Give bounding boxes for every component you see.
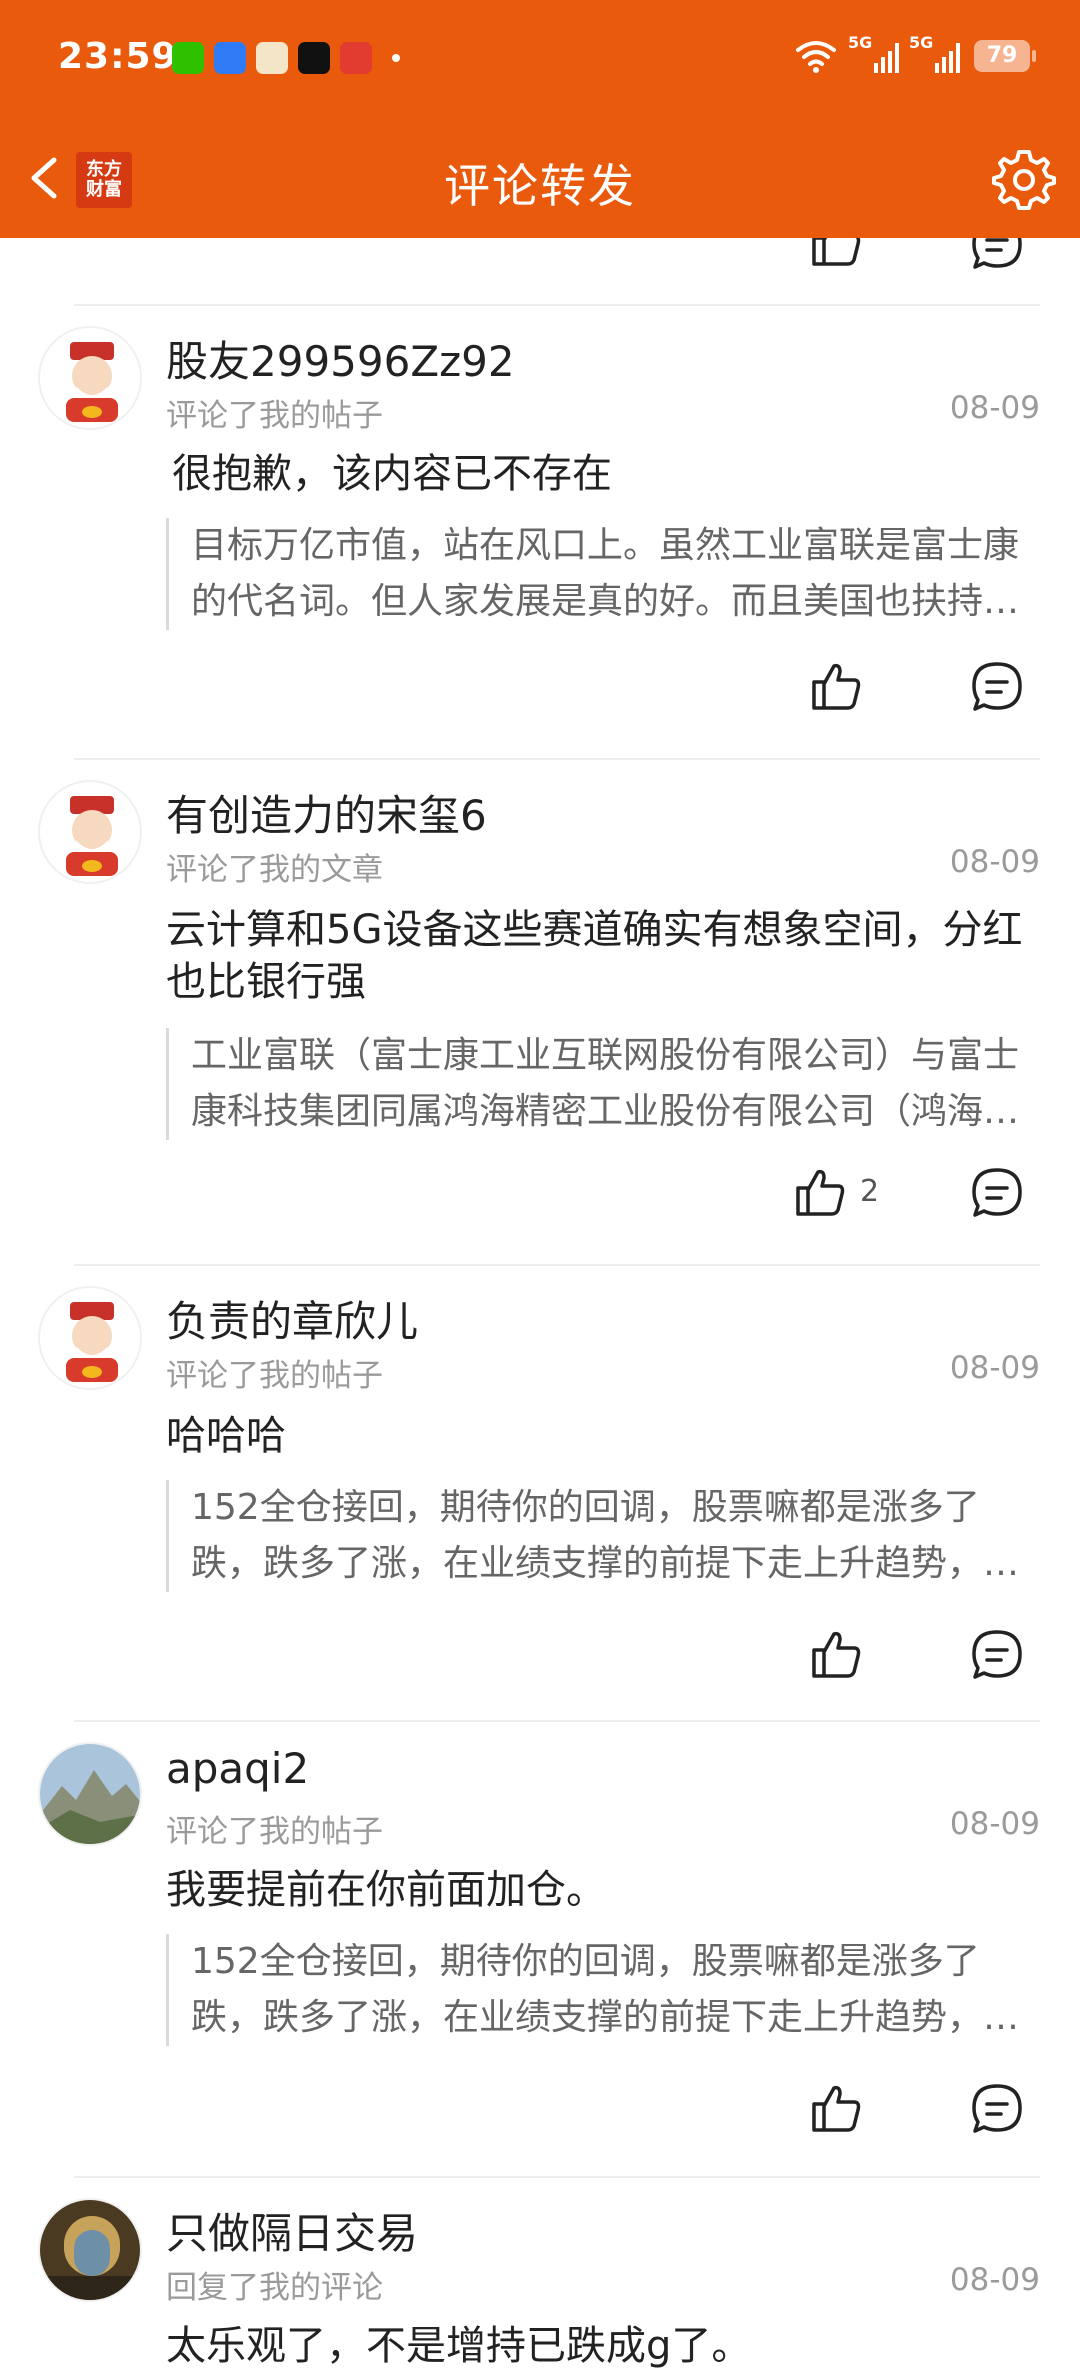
- interior-avatar-icon: [40, 2200, 140, 2300]
- nav-bar: 东方 财富 评论转发: [0, 128, 1080, 232]
- page-title: 评论转发: [444, 159, 636, 213]
- mountain-avatar-icon: [40, 1744, 140, 1844]
- comment-text: 我要提前在你前面加仓。: [166, 1867, 606, 1913]
- comment-action: 评论了我的帖子: [166, 1358, 383, 1394]
- divider: [74, 1264, 1040, 1266]
- comment-icon[interactable]: [970, 1166, 1024, 1220]
- comment-icon[interactable]: [970, 660, 1024, 714]
- comment-item[interactable]: 只做隔日交易 回复了我的评论 08-09 太乐观了，不是增持已跌成g了。: [0, 2198, 1080, 2376]
- thumbs-up-icon[interactable]: [808, 2080, 864, 2136]
- comment-icon[interactable]: [970, 238, 1024, 272]
- avatar[interactable]: [38, 1742, 142, 1846]
- avatar[interactable]: [38, 2198, 142, 2302]
- comment-item[interactable]: 负责的章欣儿 评论了我的帖子 08-09 哈哈哈 152全仓接回，期待你的回调，…: [0, 1286, 1080, 1686]
- comment-item[interactable]: 有创造力的宋玺6 评论了我的文章 08-09 云计算和5G设备这些赛道确实有想象…: [0, 780, 1080, 1240]
- thumbs-up-icon[interactable]: [808, 658, 864, 714]
- thumbs-up-icon[interactable]: [792, 1164, 848, 1220]
- comment-action: 评论了我的帖子: [166, 398, 383, 434]
- divider: [74, 1720, 1040, 1722]
- comment-date: 08-09: [949, 1806, 1040, 1842]
- comment-action: 评论了我的文章: [166, 852, 383, 888]
- comment-item[interactable]: 股友299596Zz92 评论了我的帖子 08-09 很抱歉，该内容已不存在 目…: [0, 326, 1080, 726]
- divider: [74, 758, 1040, 760]
- network-2-label: 5G: [909, 33, 934, 52]
- notification-dot-icon: [392, 54, 400, 62]
- comment-action: 回复了我的评论: [166, 2270, 383, 2306]
- comment-item[interactable]: apaqi2 评论了我的帖子 08-09 我要提前在你前面加仓。 152全仓接回…: [0, 1742, 1080, 2142]
- comment-date: 08-09: [949, 390, 1040, 426]
- quoted-post[interactable]: 目标万亿市值，站在风口上。虽然工业富联是富士康的代名词。但人家发展是真的好。而且…: [166, 518, 1046, 630]
- username[interactable]: 股友299596Zz92: [166, 328, 515, 389]
- stock-icon: [340, 42, 372, 74]
- username[interactable]: apaqi2: [166, 1744, 309, 1793]
- status-bar: 23:59 5G 5G 79: [0, 0, 1080, 120]
- avatar[interactable]: [38, 780, 142, 884]
- comment-icon[interactable]: [970, 1628, 1024, 1682]
- quoted-post[interactable]: 工业富联（富士康工业互联网股份有限公司）与富士康科技集团同属鸿海精密工业股份有限…: [166, 1028, 1046, 1140]
- comment-text: 很抱歉，该内容已不存在: [172, 451, 612, 497]
- comment-date: 08-09: [949, 1350, 1040, 1386]
- fortune-god-avatar-icon: [66, 796, 118, 876]
- username[interactable]: 负责的章欣儿: [166, 1288, 418, 1349]
- nfc-icon: [214, 42, 246, 74]
- status-time: 23:59: [58, 36, 178, 77]
- quoted-post[interactable]: 152全仓接回，期待你的回调，股票嘛都是涨多了跌，跌多了涨，在业绩支撑的前提下走…: [166, 1480, 1046, 1592]
- comment-text: 哈哈哈: [166, 1413, 286, 1459]
- fortune-god-avatar-icon: [66, 342, 118, 422]
- comment-date: 08-09: [949, 2262, 1040, 2298]
- like-count: 2: [860, 1174, 880, 1209]
- thumbs-up-icon[interactable]: [808, 238, 864, 270]
- music-icon: [298, 42, 330, 74]
- signal-2-icon: 5G: [909, 33, 960, 73]
- wifi-icon: [796, 41, 836, 73]
- network-1-label: 5G: [848, 33, 873, 52]
- comment-date: 08-09: [949, 844, 1040, 880]
- status-app-icons: [172, 42, 400, 74]
- fortune-god-avatar-icon: [66, 1302, 118, 1382]
- quoted-post[interactable]: 152全仓接回，期待你的回调，股票嘛都是涨多了跌，跌多了涨，在业绩支撑的前提下走…: [166, 1934, 1046, 2046]
- wechat-icon: [172, 42, 204, 74]
- divider: [74, 2176, 1040, 2178]
- divider: [74, 304, 1040, 306]
- status-indicators: 5G 5G 79: [794, 33, 1036, 74]
- signal-1-icon: 5G: [848, 33, 899, 73]
- app-header: 23:59 5G 5G 79 东方 财富 评论转发: [0, 0, 1080, 238]
- previous-item-actions: [0, 238, 1080, 304]
- battery-indicator: 79: [974, 40, 1036, 72]
- gear-icon: [992, 150, 1056, 210]
- avatar[interactable]: [38, 326, 142, 430]
- cat-icon: [256, 42, 288, 74]
- username[interactable]: 有创造力的宋玺6: [166, 782, 487, 843]
- comment-icon[interactable]: [970, 2082, 1024, 2136]
- comment-text: 太乐观了，不是增持已跌成g了。: [166, 2323, 752, 2369]
- comment-action: 评论了我的帖子: [166, 1814, 383, 1850]
- comment-feed[interactable]: 股友299596Zz92 评论了我的帖子 08-09 很抱歉，该内容已不存在 目…: [0, 238, 1080, 2376]
- settings-button[interactable]: [992, 148, 1056, 212]
- comment-text: 云计算和5G设备这些赛道确实有想象空间，分红也比银行强: [166, 907, 1023, 1005]
- username[interactable]: 只做隔日交易: [166, 2200, 418, 2261]
- avatar[interactable]: [38, 1286, 142, 1390]
- thumbs-up-icon[interactable]: [808, 1626, 864, 1682]
